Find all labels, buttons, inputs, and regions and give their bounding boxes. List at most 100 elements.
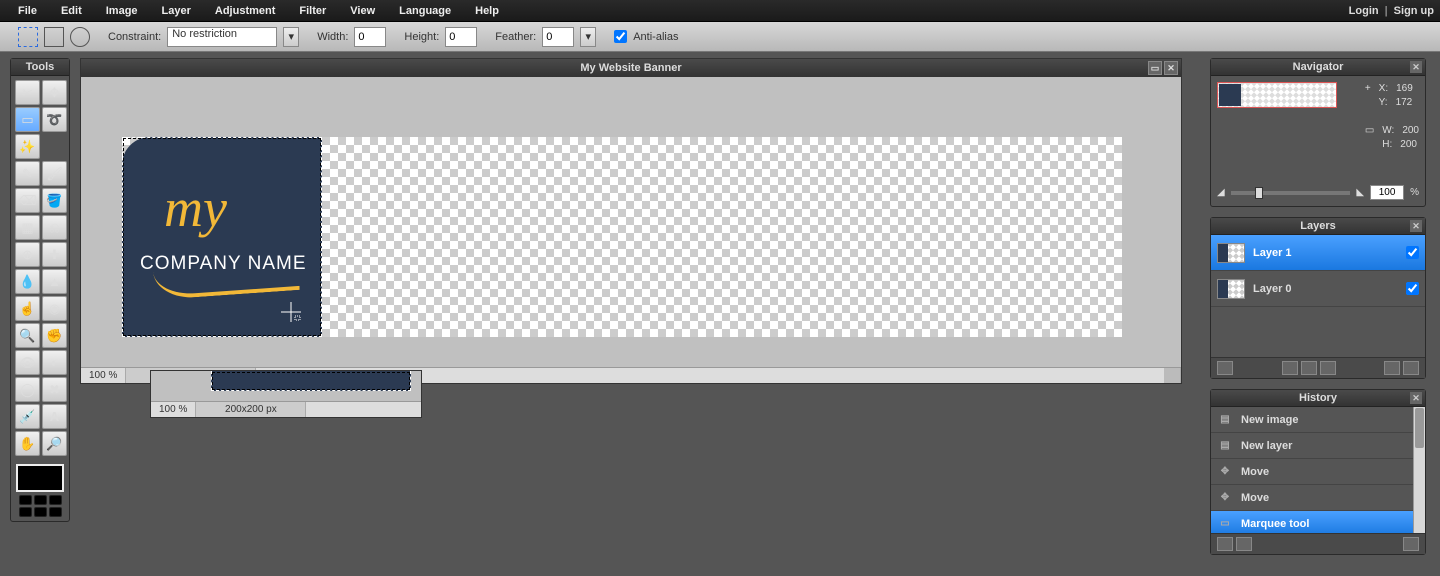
panel-close-icon[interactable]: ✕ xyxy=(1410,220,1422,232)
zoom-in-icon[interactable]: ◣ xyxy=(1356,187,1364,198)
pinch-tool-icon[interactable]: ✖ xyxy=(42,377,67,402)
stamp-tool-icon[interactable]: ⊕ xyxy=(15,242,40,267)
move-tool-icon[interactable]: ✥ xyxy=(42,80,67,105)
add-mask-icon[interactable] xyxy=(1282,361,1298,375)
swatch-5[interactable] xyxy=(34,507,47,517)
resize-grip-icon[interactable] xyxy=(1164,368,1181,383)
marquee-tool-icon[interactable]: ▭ xyxy=(15,107,40,132)
shape-tool-icon[interactable]: ◐ xyxy=(42,350,67,375)
hand-tool-icon[interactable]: ✋ xyxy=(15,431,40,456)
feather-dropdown-icon[interactable]: ▾ xyxy=(580,27,596,47)
smudge-tool-icon[interactable]: ☝ xyxy=(15,296,40,321)
clone-tool-icon[interactable]: ⎌ xyxy=(42,215,67,240)
wand-tool-icon[interactable]: ✨ xyxy=(15,134,40,159)
navigator-thumbnail[interactable] xyxy=(1217,82,1337,108)
height-input[interactable] xyxy=(445,27,477,47)
layer-visibility-checkbox[interactable] xyxy=(1406,246,1419,259)
marquee-selection-2[interactable] xyxy=(211,371,411,391)
lasso-tool-icon[interactable]: ➰ xyxy=(42,107,67,132)
pencil-tool-icon[interactable]: ✎ xyxy=(15,161,40,186)
dodge-tool-icon[interactable]: 🔍 xyxy=(15,323,40,348)
panel-close-icon[interactable]: ✕ xyxy=(1410,392,1422,404)
menu-edit[interactable]: Edit xyxy=(49,2,94,20)
history-item[interactable]: ▭ Marquee tool xyxy=(1211,511,1425,533)
menu-adjustment[interactable]: Adjustment xyxy=(203,2,288,20)
sponge-tool-icon[interactable]: ◉ xyxy=(42,296,67,321)
swatch-2[interactable] xyxy=(34,495,47,505)
canvas-area-2[interactable] xyxy=(151,371,421,401)
crop-tool-icon[interactable]: ✂ xyxy=(15,80,40,105)
history-item[interactable]: ▤ New image xyxy=(1211,407,1425,433)
panel-close-icon[interactable]: ✕ xyxy=(1410,61,1422,73)
feather-input[interactable] xyxy=(542,27,574,47)
zoom-slider-thumb[interactable] xyxy=(1255,187,1263,199)
document-icon: ▤ xyxy=(1217,439,1233,453)
rect-marquee-icon[interactable] xyxy=(18,27,38,47)
zoom-out-icon[interactable]: ◢ xyxy=(1217,187,1225,198)
menu-layer[interactable]: Layer xyxy=(150,2,203,20)
duplicate-layer-icon[interactable] xyxy=(1301,361,1317,375)
history-item[interactable]: ✥ Move xyxy=(1211,485,1425,511)
constraint-dropdown-icon[interactable]: ▾ xyxy=(283,27,299,47)
marquee-selection[interactable] xyxy=(122,137,322,337)
type-tool-icon[interactable]: A xyxy=(42,404,67,429)
zoom-tool-icon[interactable]: 🔎 xyxy=(42,431,67,456)
eyedropper-tool-icon[interactable]: 💉 xyxy=(15,404,40,429)
new-layer-icon[interactable] xyxy=(1384,361,1400,375)
document-icon: ▤ xyxy=(1217,413,1233,427)
layer-item[interactable]: Layer 1 xyxy=(1211,235,1425,271)
layer-opts-icon[interactable] xyxy=(1320,361,1336,375)
history-item[interactable]: ✥ Move xyxy=(1211,459,1425,485)
rect-solid-icon[interactable] xyxy=(44,27,64,47)
width-input[interactable] xyxy=(354,27,386,47)
delete-history-icon[interactable] xyxy=(1403,537,1419,551)
zoom-slider-track[interactable] xyxy=(1231,191,1351,195)
layer-settings-icon[interactable] xyxy=(1217,361,1233,375)
brush-tool-icon[interactable]: 🖌 xyxy=(42,161,67,186)
layers-footer xyxy=(1211,357,1425,378)
layer-item[interactable]: Layer 0 xyxy=(1211,271,1425,307)
menu-help[interactable]: Help xyxy=(463,2,511,20)
layer-thumbnail xyxy=(1217,243,1245,263)
menu-view[interactable]: View xyxy=(338,2,387,20)
swatch-6[interactable] xyxy=(49,507,62,517)
signup-link[interactable]: Sign up xyxy=(1394,5,1434,17)
bucket-tool-icon[interactable]: 🪣 xyxy=(42,188,67,213)
eraser-tool-icon[interactable]: ⌫ xyxy=(15,188,40,213)
menu-image[interactable]: Image xyxy=(94,2,150,20)
minimize-icon[interactable]: ▭ xyxy=(1148,61,1162,75)
history-item[interactable]: ▤ New layer xyxy=(1211,433,1425,459)
foreground-color-swatch[interactable] xyxy=(16,464,64,492)
delete-layer-icon[interactable] xyxy=(1403,361,1419,375)
bloat-tool-icon[interactable]: ◯ xyxy=(15,377,40,402)
menu-language[interactable]: Language xyxy=(387,2,463,20)
login-link[interactable]: Login xyxy=(1349,5,1379,17)
menu-file[interactable]: File xyxy=(6,2,49,20)
layer-visibility-checkbox[interactable] xyxy=(1406,282,1419,295)
history-scrollbar[interactable] xyxy=(1413,407,1425,533)
blur-tool-icon[interactable]: 💧 xyxy=(15,269,40,294)
heal-tool-icon[interactable]: ✚ xyxy=(42,242,67,267)
constraint-select[interactable]: No restriction xyxy=(167,27,277,47)
document-title[interactable]: My Website Banner ▭ ✕ xyxy=(81,59,1181,77)
canvas-area[interactable]: my COMPANY NAME xyxy=(81,77,1181,367)
navigator-title[interactable]: Navigator ✕ xyxy=(1211,59,1425,76)
swatch-3[interactable] xyxy=(49,495,62,505)
swatch-black[interactable] xyxy=(19,495,32,505)
swatch-4[interactable] xyxy=(19,507,32,517)
document-title-text: My Website Banner xyxy=(580,62,681,74)
zoom-value-input[interactable]: 100 xyxy=(1370,185,1404,200)
close-icon[interactable]: ✕ xyxy=(1164,61,1178,75)
menu-filter[interactable]: Filter xyxy=(287,2,338,20)
redo-icon[interactable] xyxy=(1236,537,1252,551)
history-title[interactable]: History ✕ xyxy=(1211,390,1425,407)
gradient-tool-icon[interactable]: ▦ xyxy=(15,215,40,240)
redeye-tool-icon[interactable]: 👁 xyxy=(15,350,40,375)
antialias-checkbox[interactable] xyxy=(614,30,627,43)
burn-tool-icon[interactable]: ✊ xyxy=(42,323,67,348)
sharpen-tool-icon[interactable]: ▲ xyxy=(42,269,67,294)
separator: | xyxy=(1385,5,1388,17)
layers-title[interactable]: Layers ✕ xyxy=(1211,218,1425,235)
ellipse-icon[interactable] xyxy=(70,27,90,47)
undo-icon[interactable] xyxy=(1217,537,1233,551)
